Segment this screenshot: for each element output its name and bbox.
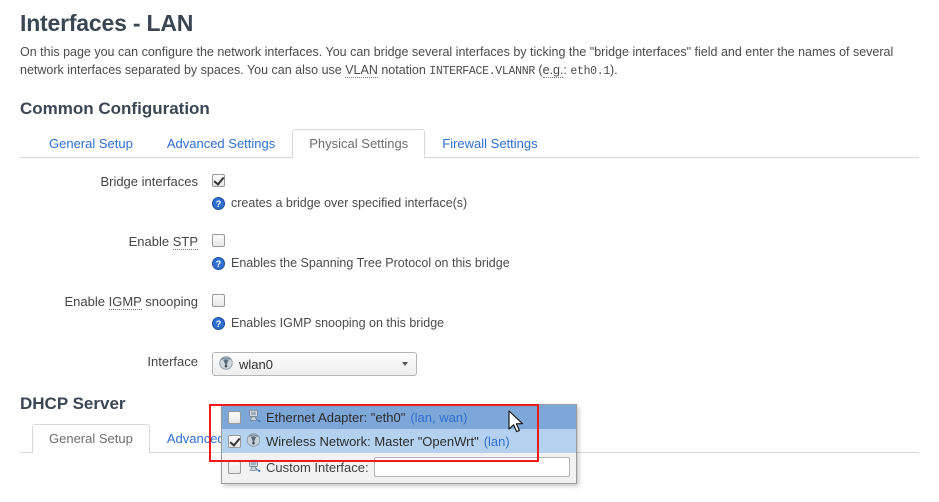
enable-stp-checkbox[interactable] bbox=[212, 234, 225, 247]
igmp-abbr: IGMP bbox=[109, 294, 142, 310]
enable-igmp-snooping-checkbox[interactable] bbox=[212, 294, 225, 307]
wireless-icon bbox=[219, 356, 233, 373]
enable-igmp-label-prefix: Enable bbox=[65, 294, 109, 309]
dropdown-item-custom-interface[interactable]: Custom Interface: bbox=[222, 453, 576, 483]
help-icon: ? bbox=[212, 197, 225, 210]
dropdown-item-ethernet-adapter[interactable]: Ethernet Adapter: "eth0" (lan, wan) bbox=[222, 405, 576, 429]
interface-control: wlan0 bbox=[212, 352, 939, 376]
page-description: On this page you can configure the netwo… bbox=[20, 43, 919, 81]
page-description-text-3: ( bbox=[535, 63, 543, 77]
ethernet-adapter-icon bbox=[246, 409, 261, 426]
svg-text:?: ? bbox=[216, 319, 222, 329]
page-header: Interfaces - LAN On this page you can co… bbox=[0, 0, 939, 81]
row-spacer-3 bbox=[0, 332, 939, 352]
dropdown-item-custom-checkbox[interactable] bbox=[228, 461, 241, 474]
field-row-enable-stp: Enable STP ? Enables the Spanning Tree P… bbox=[0, 232, 939, 270]
stp-abbr: STP bbox=[173, 234, 198, 250]
eg-abbr: e.g. bbox=[543, 63, 564, 78]
chevron-down-icon bbox=[402, 362, 408, 366]
custom-interface-input[interactable] bbox=[374, 457, 570, 477]
bridge-interfaces-control: ? creates a bridge over specified interf… bbox=[212, 172, 939, 210]
ethernet-adapter-icon bbox=[246, 459, 261, 476]
dhcp-tab-general-setup[interactable]: General Setup bbox=[32, 424, 150, 454]
row-spacer-1 bbox=[0, 212, 939, 232]
help-icon: ? bbox=[212, 257, 225, 270]
tab-physical-settings[interactable]: Physical Settings bbox=[292, 129, 425, 159]
dropdown-item-ethernet-label: Ethernet Adapter: "eth0" bbox=[266, 410, 405, 425]
bridge-interfaces-label: Bridge interfaces bbox=[0, 172, 212, 189]
dropdown-item-ethernet-networks: (lan, wan) bbox=[410, 410, 467, 425]
dropdown-custom-interface-label: Custom Interface: bbox=[266, 460, 369, 475]
wireless-icon bbox=[246, 433, 261, 450]
enable-stp-hint-text: Enables the Spanning Tree Protocol on th… bbox=[231, 256, 510, 270]
svg-text:?: ? bbox=[216, 199, 222, 209]
bridge-interfaces-hint: ? creates a bridge over specified interf… bbox=[212, 196, 939, 210]
common-configuration-tabs: General SetupAdvanced SettingsPhysical S… bbox=[20, 128, 919, 158]
interface-label: Interface bbox=[0, 352, 212, 369]
tab-firewall-settings[interactable]: Firewall Settings bbox=[425, 129, 554, 158]
interface-select[interactable]: wlan0 bbox=[212, 352, 417, 376]
enable-igmp-snooping-label: Enable IGMP snooping bbox=[0, 292, 212, 309]
dropdown-item-wireless-networks: (lan) bbox=[484, 434, 510, 449]
enable-igmp-label-suffix: snooping bbox=[142, 294, 198, 309]
bridge-interfaces-checkbox[interactable] bbox=[212, 174, 225, 187]
page-title: Interfaces - LAN bbox=[20, 10, 919, 37]
vlan-abbr: VLAN bbox=[345, 63, 378, 78]
dropdown-item-wireless-checkbox[interactable] bbox=[228, 435, 241, 448]
enable-igmp-snooping-control: ? Enables IGMP snooping on this bridge bbox=[212, 292, 939, 330]
physical-settings-form: Bridge interfaces ? creates a bridge ove… bbox=[0, 158, 939, 376]
tab-general-setup[interactable]: General Setup bbox=[32, 129, 150, 158]
interface-dropdown-panel[interactable]: Ethernet Adapter: "eth0" (lan, wan) Wire… bbox=[221, 404, 577, 484]
help-icon: ? bbox=[212, 317, 225, 330]
bridge-interfaces-hint-text: creates a bridge over specified interfac… bbox=[231, 196, 467, 210]
enable-igmp-snooping-hint-text: Enables IGMP snooping on this bridge bbox=[231, 316, 444, 330]
enable-stp-control: ? Enables the Spanning Tree Protocol on … bbox=[212, 232, 939, 270]
svg-text:?: ? bbox=[216, 259, 222, 269]
eth0-code: eth0.1 bbox=[570, 65, 610, 78]
dropdown-item-wireless-label: Wireless Network: Master "OpenWrt" bbox=[266, 434, 479, 449]
dropdown-item-ethernet-checkbox[interactable] bbox=[228, 411, 241, 424]
field-row-interface: Interface wlan0 bbox=[0, 352, 939, 376]
interface-vlannr-code: INTERFACE.VLANNR bbox=[429, 65, 535, 78]
field-row-bridge-interfaces: Bridge interfaces ? creates a bridge ove… bbox=[0, 172, 939, 210]
page-description-text-5: ). bbox=[610, 63, 618, 77]
field-row-enable-igmp-snooping: Enable IGMP snooping ? Enables IGMP snoo… bbox=[0, 292, 939, 330]
interface-select-value: wlan0 bbox=[239, 357, 273, 372]
enable-igmp-snooping-hint: ? Enables IGMP snooping on this bridge bbox=[212, 316, 939, 330]
tab-advanced-settings[interactable]: Advanced Settings bbox=[150, 129, 292, 158]
dropdown-item-wireless-network[interactable]: Wireless Network: Master "OpenWrt" (lan) bbox=[222, 429, 576, 453]
row-spacer-2 bbox=[0, 272, 939, 292]
enable-stp-label: Enable STP bbox=[0, 232, 212, 249]
common-configuration-heading: Common Configuration bbox=[20, 99, 939, 119]
page-description-text-2: notation bbox=[378, 63, 429, 77]
enable-stp-hint: ? Enables the Spanning Tree Protocol on … bbox=[212, 256, 939, 270]
enable-stp-label-prefix: Enable bbox=[129, 234, 173, 249]
